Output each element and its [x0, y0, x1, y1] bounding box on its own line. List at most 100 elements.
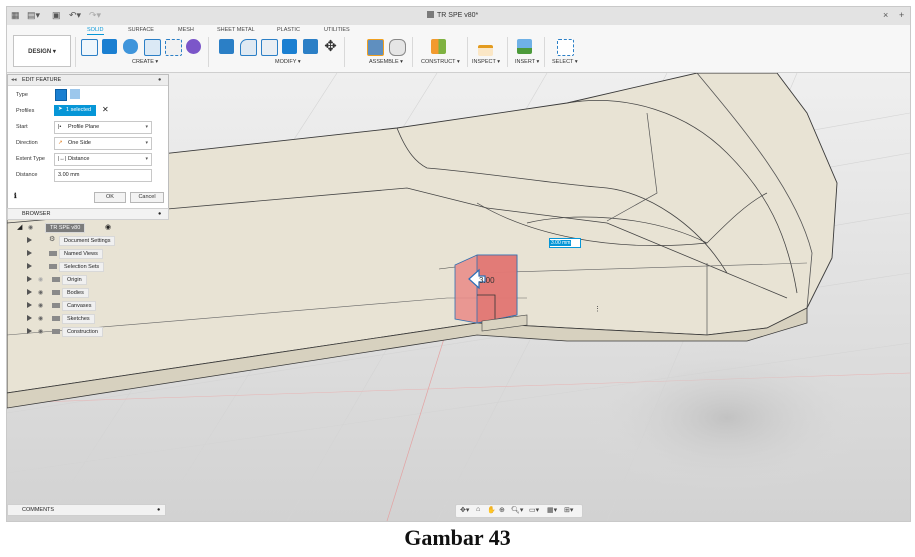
new-tab-icon[interactable]: + — [899, 10, 904, 21]
title-bar: ▦ ▤▾ ▣ ↶▾ ↷▾ TR SPE v80* × + — [7, 7, 910, 26]
eye-icon[interactable]: ◉ — [28, 224, 33, 231]
create-menu[interactable]: CREATE ▾ — [132, 59, 158, 65]
zoom-icon[interactable]: 🔍︎▾ — [511, 506, 523, 514]
eye-icon[interactable]: ◉ — [38, 315, 43, 322]
save-icon[interactable]: ▣ — [52, 10, 61, 21]
browser-item-named-views[interactable]: Named Views — [27, 249, 117, 259]
grid-settings-icon[interactable]: ▦▾ — [547, 506, 557, 514]
select-icon[interactable] — [557, 39, 574, 56]
collapse-triangle-icon[interactable]: ◢ — [17, 223, 22, 231]
expand-icon[interactable] — [27, 237, 32, 243]
design-workspace-button[interactable]: DESIGN ▾ — [13, 35, 71, 67]
folder-icon — [52, 316, 60, 321]
distance-input-field[interactable]: 3.00 mm — [549, 238, 581, 248]
clear-selection-icon[interactable]: ✕ — [102, 105, 109, 114]
redo-icon[interactable]: ↷▾ — [89, 10, 101, 21]
combine-icon[interactable] — [303, 39, 318, 54]
dimension-label: 3.00 — [479, 276, 495, 285]
chamfer-icon[interactable] — [261, 39, 278, 56]
tab-sheet-metal[interactable]: SHEET METAL — [217, 27, 255, 33]
display-settings-icon[interactable]: ▭▾ — [529, 506, 539, 514]
revolve-icon[interactable] — [123, 39, 138, 54]
browser-item-origin[interactable]: ◉ Origin — [27, 275, 117, 285]
assemble-menu[interactable]: ASSEMBLE ▾ — [369, 59, 403, 65]
browser-item-document-settings[interactable]: ⚙ Document Settings — [27, 236, 117, 246]
expand-icon[interactable] — [27, 276, 32, 282]
expand-icon[interactable] — [27, 328, 32, 334]
add-comment-icon[interactable]: ● — [157, 507, 160, 513]
create-sketch-icon[interactable] — [81, 39, 98, 56]
folder-icon — [52, 277, 60, 282]
comments-title: COMMENTS — [22, 507, 55, 513]
distance-field[interactable]: 3.00 mm — [54, 169, 152, 182]
extent-type-dropdown[interactable]: |↔| Distance ▾ — [54, 153, 152, 166]
measure-icon[interactable] — [478, 45, 493, 56]
collapse-icon[interactable]: ◂◂ — [11, 77, 17, 83]
start-dropdown[interactable]: |• Profile Plane ▾ — [54, 121, 152, 134]
browser-root[interactable]: ◢ ◉ TR SPE v80 ◉ — [17, 223, 117, 233]
info-icon[interactable]: ℹ — [14, 192, 17, 200]
extent-row: Extent Type |↔| Distance ▾ — [8, 152, 168, 166]
direction-dropdown[interactable]: ↗ One Side ▾ — [54, 137, 152, 150]
expand-icon[interactable] — [27, 315, 32, 321]
file-icon[interactable]: ▤▾ — [27, 10, 40, 21]
browser-item-canvases[interactable]: ◉ Canvases — [27, 301, 117, 311]
look-at-icon[interactable]: ⌂ — [476, 506, 480, 513]
thin-extrude-icon[interactable] — [70, 89, 80, 99]
document-title: TR SPE v80* — [427, 11, 478, 19]
orbit-icon[interactable]: ✥▾ — [460, 506, 469, 514]
divider — [412, 37, 413, 67]
move-icon[interactable]: ✥ — [323, 39, 338, 54]
joint-icon[interactable] — [389, 39, 406, 56]
select-menu[interactable]: SELECT ▾ — [552, 59, 578, 65]
shell-icon[interactable] — [282, 39, 297, 54]
close-panel-icon[interactable]: ● — [158, 77, 161, 83]
browser-title: BROWSER — [22, 211, 51, 217]
insert-image-icon[interactable] — [517, 39, 532, 54]
browser-options-icon[interactable]: ● — [158, 211, 161, 217]
eye-icon[interactable]: ◉ — [38, 289, 43, 296]
browser-item-sketches[interactable]: ◉ Sketches — [27, 314, 117, 324]
more-options-icon[interactable]: ⋮ — [594, 306, 601, 313]
tab-solid[interactable]: SOLID — [87, 27, 104, 35]
press-pull-icon[interactable] — [219, 39, 234, 54]
expand-icon[interactable] — [27, 302, 32, 308]
fillet-icon[interactable] — [240, 39, 257, 56]
expand-icon[interactable] — [27, 263, 32, 269]
offset-plane-icon[interactable] — [431, 39, 446, 54]
browser-item-selection-sets[interactable]: Selection Sets — [27, 262, 117, 272]
eye-icon[interactable]: ◉ — [38, 328, 43, 335]
eye-icon[interactable]: ◉ — [38, 302, 43, 309]
viewports-icon[interactable]: ⊞▾ — [564, 506, 573, 514]
cancel-button[interactable]: Cancel — [130, 192, 164, 203]
tab-plastic[interactable]: PLASTIC — [277, 27, 300, 33]
eye-icon[interactable]: ◉ — [38, 276, 43, 283]
expand-icon[interactable] — [27, 289, 32, 295]
hole-icon[interactable] — [144, 39, 161, 56]
comments-panel[interactable]: COMMENTS ● — [7, 504, 166, 516]
chevron-down-icon: ▾ — [145, 124, 148, 130]
insert-menu[interactable]: INSERT ▾ — [515, 59, 539, 65]
pattern-icon[interactable] — [165, 39, 182, 56]
ok-button[interactable]: OK — [94, 192, 126, 203]
construct-menu[interactable]: CONSTRUCT ▾ — [421, 59, 460, 65]
tab-mesh[interactable]: MESH — [178, 27, 194, 33]
zoom-window-icon[interactable]: ⊕ — [499, 506, 505, 514]
form-icon[interactable] — [186, 39, 201, 54]
solid-extrude-icon[interactable] — [55, 89, 67, 101]
undo-icon[interactable]: ↶▾ — [69, 10, 81, 21]
new-component-icon[interactable] — [367, 39, 384, 56]
inspect-menu[interactable]: INSPECT ▾ — [472, 59, 500, 65]
close-tab-icon[interactable]: × — [883, 10, 888, 21]
tab-surface[interactable]: SURFACE — [128, 27, 154, 33]
tab-utilities[interactable]: UTILITIES — [324, 27, 350, 33]
activate-radio-icon[interactable]: ◉ — [105, 223, 111, 231]
extrude-icon[interactable] — [102, 39, 117, 54]
profiles-selection-button[interactable]: ➤ 1 selected — [54, 105, 96, 116]
pan-icon[interactable]: ✋ — [487, 506, 496, 514]
expand-icon[interactable] — [27, 250, 32, 256]
modify-menu[interactable]: MODIFY ▾ — [275, 59, 301, 65]
browser-item-bodies[interactable]: ◉ Bodies — [27, 288, 117, 298]
grid-menu-icon[interactable]: ▦ — [11, 10, 20, 21]
browser-item-construction[interactable]: ◉ Construction — [27, 327, 117, 337]
